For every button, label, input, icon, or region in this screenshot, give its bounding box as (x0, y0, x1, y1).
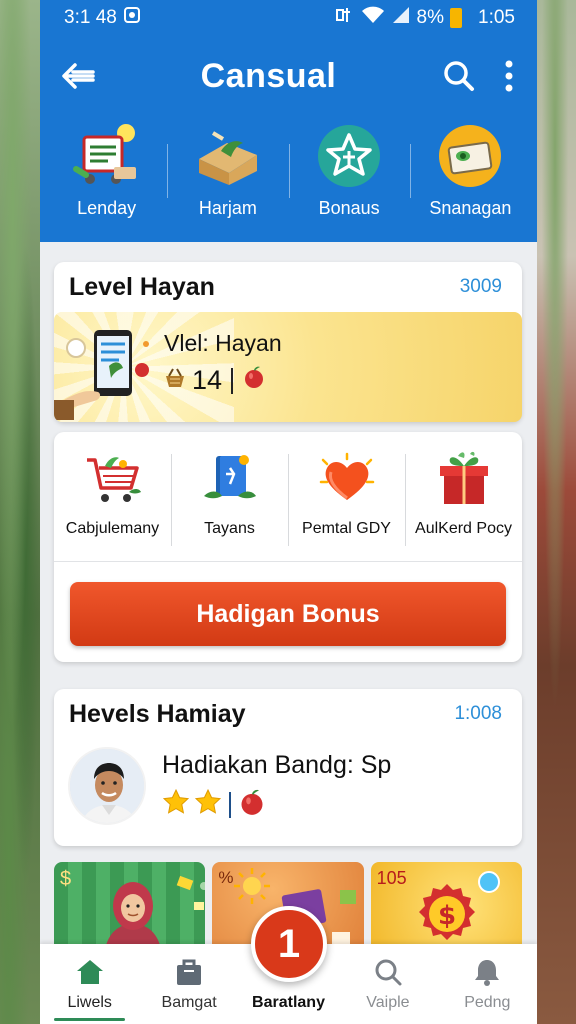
nav-label: Bamgat (161, 994, 217, 1011)
nav-item-liwels[interactable]: Liwels (40, 944, 139, 1024)
bell-icon (470, 956, 504, 988)
notification-icon (123, 6, 141, 30)
category-label: Snanagan (429, 198, 512, 218)
signal-icon (391, 6, 411, 30)
phone-screen: 3:1 48 8% 1:05 Cansual Lenday Harjam Bon… (40, 0, 537, 1024)
promo-tile-3[interactable]: 105 $ (370, 862, 522, 952)
shopping-cart-icon (70, 122, 144, 190)
levels-card-number[interactable]: 1:008 (454, 703, 502, 725)
star-icon (194, 788, 222, 821)
bag-icon (172, 956, 206, 988)
feature-tayans[interactable]: Tayans (171, 450, 288, 561)
nav-label: Liwels (67, 994, 112, 1011)
heart-icon (315, 450, 379, 508)
bonus-button[interactable]: Hadigan Bonus (70, 582, 506, 646)
gift-box-icon (432, 450, 496, 508)
package-icon (191, 122, 265, 190)
category-label: Harjam (198, 198, 257, 218)
feature-label: Cabjulemany (65, 520, 160, 537)
svg-text:$: $ (438, 901, 456, 931)
divider (231, 367, 234, 394)
background-garden-left (0, 0, 42, 1024)
category-lenday[interactable]: Lenday (46, 118, 167, 242)
back-arrow-icon[interactable] (60, 58, 96, 94)
category-label: Lenday (77, 198, 137, 218)
level-banner[interactable]: Vlel: Hayan 14 (54, 312, 522, 422)
apple-icon (242, 365, 266, 396)
home-icon (73, 956, 107, 988)
avatar[interactable] (68, 747, 146, 825)
feature-label: Tayans (204, 520, 255, 537)
level-card-title: Level Hayan (69, 272, 215, 301)
category-harjam[interactable]: Harjam (167, 118, 288, 242)
level-card: Level Hayan 3009 Vlel: Hayan 14 (54, 262, 522, 422)
nav-label: Pedng (464, 994, 511, 1011)
network-icon (335, 6, 355, 30)
background-garden-right (534, 0, 576, 1024)
promo-label: % (218, 868, 234, 887)
levels-card: Hevels Hamiay 1:008 Hadiakan Bandg: Sp (54, 689, 522, 846)
feature-pemtal[interactable]: Pemtal GDY (288, 450, 405, 561)
nav-label: Vaiple (366, 994, 410, 1011)
dollar-badge-icon: $ (418, 884, 475, 940)
nav-item-vaiple[interactable]: Vaiple (338, 944, 437, 1024)
promo-tile-1[interactable]: $ (54, 862, 206, 952)
promo-label: 105 (376, 868, 407, 888)
level-card-number[interactable]: 3009 (460, 276, 502, 298)
app-title: Cansual (200, 56, 337, 95)
cash-icon (433, 122, 507, 190)
player-name: Hadiakan Bandg: Sp (162, 751, 392, 779)
feature-label: AulKerd Pocy (415, 520, 512, 537)
nav-item-pedng[interactable]: Pedng (438, 944, 537, 1024)
star-icon (162, 788, 190, 821)
magnifier-icon (477, 871, 500, 893)
search-icon[interactable] (441, 58, 477, 94)
book-icon (198, 450, 262, 508)
clock: 1:05 (478, 7, 515, 28)
feature-label: Pemtal GDY (302, 520, 391, 537)
levels-card-title: Hevels Hamiay (69, 699, 246, 728)
apple-icon (238, 788, 266, 821)
category-label: Bonaus (318, 198, 380, 218)
star-badge-icon (312, 122, 386, 190)
phone-hand-illustration (54, 330, 149, 420)
confetti-icon (176, 875, 206, 910)
nav-label: Baratlany (252, 994, 325, 1011)
wifi-icon (361, 6, 385, 30)
feature-panel: Cabjulemany Tayans Pemtal GDY AulKerd Po… (54, 432, 522, 662)
more-vert-icon[interactable] (499, 58, 519, 94)
cart-icon (81, 450, 145, 508)
feature-cabjulemany[interactable]: Cabjulemany (54, 450, 171, 561)
promo-label: $ (60, 868, 72, 890)
basket-icon (164, 365, 186, 396)
battery-icon (450, 8, 463, 28)
search-icon (371, 956, 405, 988)
fab-button[interactable]: 1 (251, 906, 327, 982)
banner-count: 14 (192, 365, 223, 395)
app-bar: Cansual (40, 36, 537, 116)
category-row: Lenday Harjam Bonaus Snanagan (40, 116, 537, 242)
divider (229, 791, 231, 818)
category-bonaus[interactable]: Bonaus (288, 118, 410, 242)
category-snanagan[interactable]: Snanagan (409, 118, 531, 242)
girl-illustration (104, 882, 162, 952)
nav-item-bamgat[interactable]: Bamgat (139, 944, 238, 1024)
banner-player-name: Vlel: Hayan (164, 330, 282, 356)
status-bar: 3:1 48 8% 1:05 (40, 0, 537, 36)
battery-percent: 8% (416, 7, 445, 28)
status-left-text: 3:1 48 (64, 7, 117, 28)
feature-aulkerd[interactable]: AulKerd Pocy (405, 450, 522, 561)
